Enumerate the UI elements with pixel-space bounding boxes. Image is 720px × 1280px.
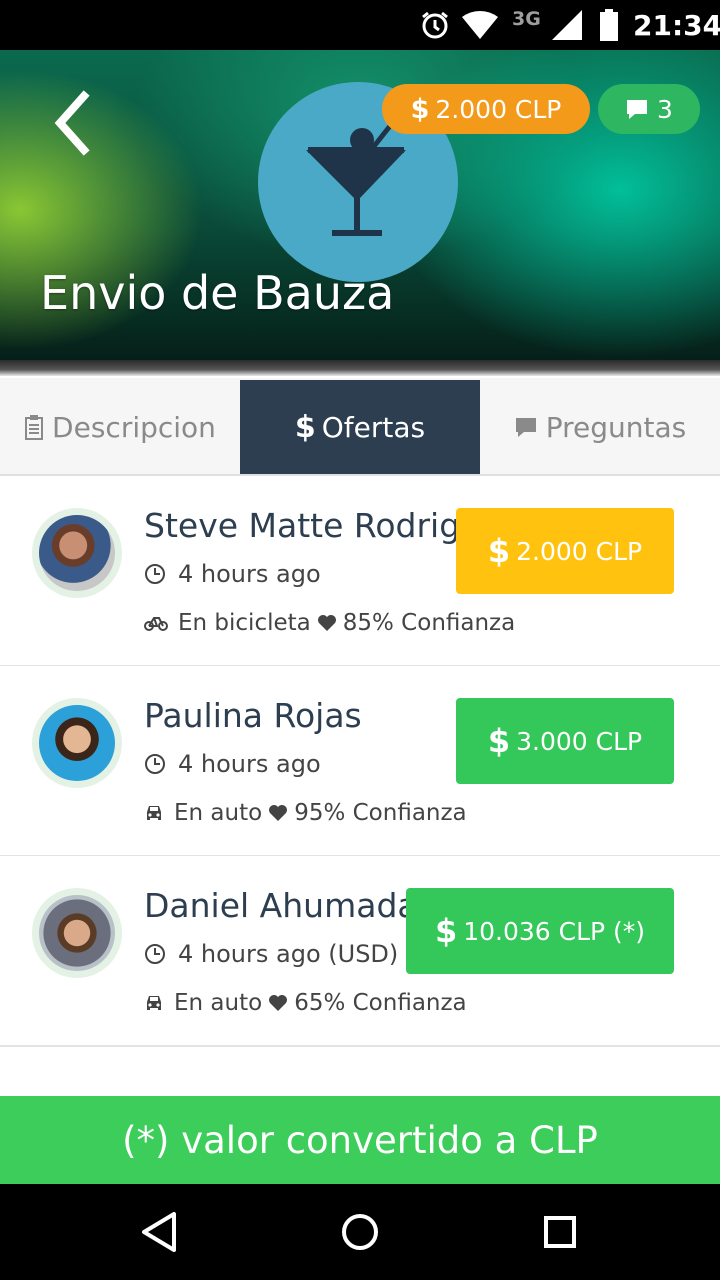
comments-count: 3 (657, 94, 673, 124)
clipboard-icon (25, 415, 44, 440)
header-divider (0, 360, 720, 376)
status-bar: 3G 21:34 (0, 0, 720, 50)
bicycle-icon (144, 617, 168, 631)
offer-row[interactable]: Steve Matte Rodrigo 4 hours ago En bicic… (0, 476, 720, 667)
cocktail-icon (306, 124, 406, 236)
nav-home-button[interactable] (336, 1208, 384, 1256)
avatar[interactable] (32, 698, 122, 788)
offer-transport: En auto (174, 800, 263, 826)
tab-label: Preguntas (545, 410, 687, 444)
offer-time-text: 4 hours ago (USD) (178, 940, 399, 968)
offer-trust: 85% Confianza (342, 610, 516, 636)
clock-icon (145, 564, 165, 584)
price-badge: $ 2.000 CLP (382, 84, 590, 134)
offer-price-button[interactable]: $ 10.036 CLP (*) (406, 888, 674, 974)
car-icon (147, 806, 161, 820)
battery-icon (598, 0, 620, 50)
tab-preguntas[interactable]: Preguntas (480, 380, 720, 474)
offer-transport: En auto (174, 990, 263, 1016)
tab-label: Ofertas (321, 410, 426, 444)
triangle-back-icon (142, 1212, 176, 1252)
dollar-icon: $ (294, 409, 316, 445)
offer-time: 4 hours ago (144, 560, 321, 588)
tab-label: Descripcion (52, 410, 216, 444)
comment-icon (515, 418, 536, 437)
dollar-icon: $ (487, 722, 511, 760)
task-header: $ 2.000 CLP 3 Envio de Bauza (0, 50, 720, 368)
wifi-icon (460, 0, 500, 50)
nav-recents-button[interactable] (536, 1208, 584, 1256)
tab-ofertas[interactable]: $ Ofertas (240, 380, 480, 474)
tab-bar: Descripcion $ Ofertas Preguntas (0, 378, 720, 476)
offer-user-name: Daniel Ahumada (144, 886, 418, 925)
circle-home-icon (342, 1214, 378, 1250)
offer-meta: En auto 65% Confianza (144, 990, 467, 1016)
tab-descripcion[interactable]: Descripcion (0, 380, 240, 474)
avatar[interactable] (32, 888, 122, 978)
back-button[interactable] (48, 90, 98, 156)
conversion-note-banner: (*) valor convertido a CLP (0, 1096, 720, 1184)
offer-time: 4 hours ago (USD) (144, 940, 398, 968)
offer-price: 2.000 CLP (516, 536, 643, 566)
avatar[interactable] (32, 508, 122, 598)
offer-meta: En auto 95% Confianza (144, 800, 467, 826)
offer-time-text: 4 hours ago (178, 560, 321, 588)
clock-icon (145, 944, 165, 964)
offer-price: 3.000 CLP (516, 726, 643, 756)
offer-trust: 65% Confianza (294, 990, 467, 1016)
offer-transport: En bicicleta (178, 610, 311, 636)
signal-icon (550, 0, 584, 50)
alarm-icon (419, 0, 451, 50)
chevron-left-icon (54, 90, 90, 156)
dollar-icon: $ (434, 912, 458, 950)
clock-icon (145, 754, 165, 774)
navigation-bar (0, 1184, 720, 1280)
offer-time-text: 4 hours ago (178, 750, 321, 778)
page-title: Envio de Bauza (40, 266, 395, 320)
comments-badge[interactable]: 3 (598, 84, 700, 134)
dollar-icon: $ (487, 532, 511, 570)
offer-user-name: Paulina Rojas (144, 696, 362, 735)
offer-trust: 95% Confianza (294, 800, 467, 826)
square-recents-icon (544, 1216, 576, 1248)
comment-icon (627, 100, 648, 119)
heart-icon (269, 995, 288, 1011)
offer-row[interactable]: Paulina Rojas 4 hours ago En auto 95% Co… (0, 666, 720, 857)
status-time: 21:34 (633, 8, 720, 42)
offer-price-button[interactable]: $ 3.000 CLP (456, 698, 674, 784)
heart-icon (269, 805, 288, 821)
price-badge-value: 2.000 CLP (435, 94, 562, 124)
offer-user-name: Steve Matte Rodrigo (144, 506, 481, 545)
heart-icon (317, 615, 336, 631)
offer-meta: En bicicleta 85% Confianza (144, 610, 515, 636)
offer-row[interactable]: Daniel Ahumada 4 hours ago (USD) En auto… (0, 856, 720, 1047)
offer-price: 10.036 CLP (*) (463, 916, 646, 946)
car-icon (147, 996, 161, 1010)
nav-back-button[interactable] (136, 1208, 184, 1256)
offer-time: 4 hours ago (144, 750, 321, 778)
offer-price-button[interactable]: $ 2.000 CLP (456, 508, 674, 594)
dollar-icon: $ (410, 93, 430, 125)
network-type: 3G (512, 8, 541, 30)
